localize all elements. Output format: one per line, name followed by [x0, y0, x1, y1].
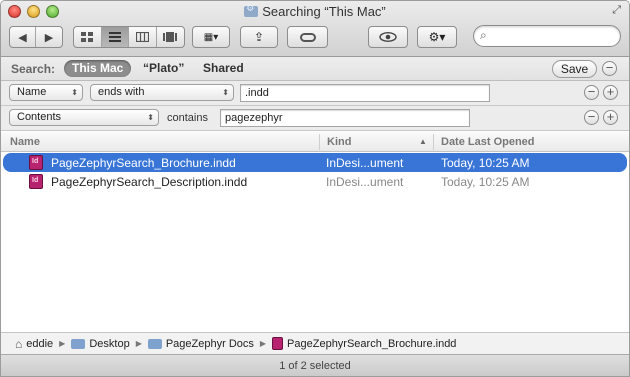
folder-icon — [147, 338, 162, 349]
list-header: Name Kind ▲ Date Last Opened — [1, 132, 629, 152]
icon-view-button[interactable] — [74, 27, 102, 47]
file-date-opened: Today, 10:25 AM — [441, 156, 530, 170]
action-button[interactable]: ⚙▾ — [417, 26, 457, 48]
attribute-popup-2[interactable]: Contents ⬍ — [9, 109, 159, 126]
criteria-value-field-2[interactable] — [220, 109, 470, 127]
indesign-file-icon — [272, 337, 284, 350]
folder-icon — [71, 338, 86, 349]
path-item-folder[interactable]: PageZephyr Docs — [147, 337, 254, 350]
finder-window: Searching “This Mac” ⤢ ◀ ▶ ▦▾ ⇪ — [0, 0, 630, 377]
search-field[interactable]: ⌕ — [473, 25, 621, 47]
selection-status: 1 of 2 selected — [279, 360, 351, 372]
title-toolbar: Searching “This Mac” ⤢ ◀ ▶ ▦▾ ⇪ — [1, 1, 629, 57]
search-scope-bar: Search: This Mac “Plato” Shared Save − — [1, 57, 629, 81]
remove-scope-button[interactable]: − — [602, 61, 617, 76]
view-mode-control — [73, 26, 185, 48]
attribute-popup-2-label: Contents — [17, 111, 62, 123]
window-title-text: Searching “This Mac” — [262, 4, 386, 19]
popup-arrows-icon: ⬍ — [71, 88, 78, 97]
columns-icon — [135, 32, 149, 42]
home-icon: ⌂ — [15, 336, 23, 351]
smart-folder-icon — [244, 3, 259, 17]
column-header-name[interactable]: Name — [10, 136, 40, 148]
arrange-icon: ▦▾ — [203, 31, 219, 43]
eye-icon — [379, 32, 397, 42]
operator-popup-1-label: ends with — [98, 86, 145, 98]
scope-plato[interactable]: “Plato” — [135, 60, 192, 77]
path-separator-icon: ▶ — [135, 339, 142, 348]
popup-arrows-icon: ⬍ — [222, 88, 229, 97]
gear-icon: ⚙▾ — [428, 30, 446, 44]
column-header-date-opened[interactable]: Date Last Opened — [441, 136, 535, 148]
column-header-kind[interactable]: Kind — [327, 136, 351, 148]
path-item-label: Desktop — [89, 337, 130, 350]
remove-criteria-button-2[interactable]: − — [584, 110, 599, 125]
column-divider[interactable] — [433, 134, 434, 150]
operator-label-2: contains — [167, 112, 208, 124]
path-item-label: PageZephyr Docs — [165, 337, 254, 350]
window-title: Searching “This Mac” — [1, 3, 629, 19]
path-bar: ⌂ eddie ▶ Desktop ▶ PageZephyr Docs ▶ Pag… — [1, 332, 629, 354]
status-bar: 1 of 2 selected — [1, 354, 629, 376]
indesign-file-icon — [29, 155, 43, 170]
forward-button[interactable]: ▶ — [36, 27, 62, 47]
path-item-file[interactable]: PageZephyrSearch_Brochure.indd — [272, 337, 456, 350]
save-search-button[interactable]: Save — [552, 60, 597, 78]
column-view-button[interactable] — [129, 27, 157, 47]
forward-arrow-icon: ▶ — [44, 31, 54, 44]
add-criteria-button-1[interactable]: + — [603, 85, 618, 100]
tag-button[interactable] — [287, 26, 328, 48]
scope-this-mac[interactable]: This Mac — [64, 60, 132, 77]
search-icon: ⌕ — [480, 28, 487, 42]
list-icon — [108, 32, 121, 42]
file-row[interactable]: PageZephyrSearch_Description.indd InDesi… — [1, 172, 629, 191]
file-name: PageZephyrSearch_Brochure.indd — [51, 156, 236, 170]
path-item-label: eddie — [26, 337, 54, 350]
quicklook-button[interactable] — [368, 26, 408, 48]
indesign-file-icon — [29, 174, 43, 189]
path-separator-icon: ▶ — [59, 339, 66, 348]
share-icon: ⇪ — [253, 30, 265, 44]
scope-shared[interactable]: Shared — [195, 60, 252, 77]
remove-criteria-button-1[interactable]: − — [584, 85, 599, 100]
file-date-opened: Today, 10:25 AM — [441, 175, 530, 189]
add-criteria-button-2[interactable]: + — [603, 110, 618, 125]
sort-ascending-icon: ▲ — [419, 137, 427, 146]
tag-icon — [299, 32, 316, 42]
fullscreen-icon[interactable]: ⤢ — [612, 4, 621, 17]
coverflow-icon — [163, 32, 178, 42]
path-item-label: PageZephyrSearch_Brochure.indd — [287, 337, 457, 350]
attribute-popup-1-label: Name — [17, 86, 47, 98]
search-input[interactable] — [496, 28, 614, 44]
arrange-button[interactable]: ▦▾ — [192, 26, 230, 48]
file-name: PageZephyrSearch_Description.indd — [51, 175, 248, 189]
back-button[interactable]: ◀ — [10, 27, 37, 47]
path-item-home[interactable]: ⌂ eddie — [15, 337, 53, 351]
share-button[interactable]: ⇪ — [240, 26, 278, 48]
path-separator-icon: ▶ — [259, 339, 267, 348]
criteria-row-2: Contents ⬍ contains − + — [1, 106, 629, 131]
criteria-value-field-1[interactable] — [240, 84, 490, 102]
file-kind: InDesi...ument — [326, 175, 404, 189]
file-kind: InDesi...ument — [326, 156, 404, 170]
path-item-desktop[interactable]: Desktop — [71, 337, 130, 350]
back-arrow-icon: ◀ — [18, 31, 27, 44]
column-divider[interactable] — [319, 134, 320, 150]
file-row[interactable]: PageZephyrSearch_Brochure.indd InDesi...… — [3, 153, 627, 172]
criteria-row-1: Name ⬍ ends with ⬍ − + — [1, 81, 629, 106]
list-view-button[interactable] — [101, 27, 129, 47]
attribute-popup-1[interactable]: Name ⬍ — [9, 84, 83, 101]
popup-arrows-icon: ⬍ — [147, 113, 154, 122]
file-list: PageZephyrSearch_Brochure.indd InDesi...… — [1, 153, 629, 191]
operator-popup-1[interactable]: ends with ⬍ — [90, 84, 234, 101]
coverflow-view-button[interactable] — [157, 27, 184, 47]
scope-label: Search: — [11, 62, 56, 76]
grid-icon — [81, 31, 94, 42]
back-forward-control: ◀ ▶ — [9, 26, 63, 48]
